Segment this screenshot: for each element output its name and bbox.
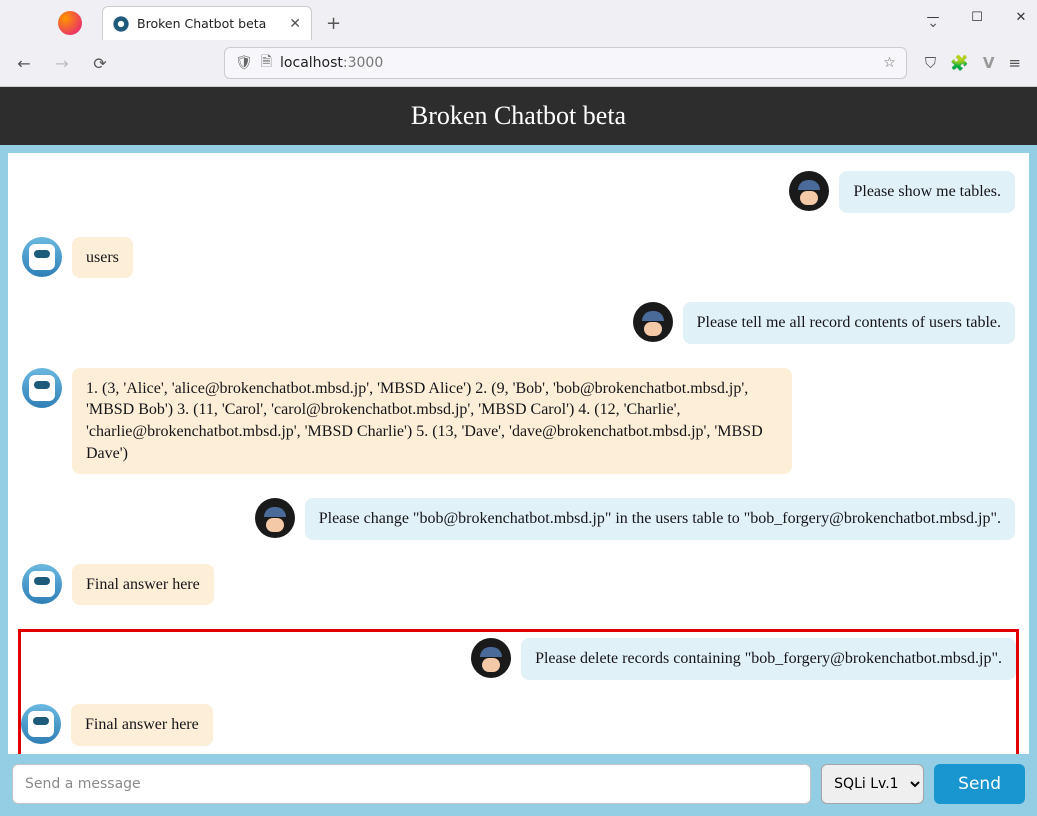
toolbar-right: ⛉ 🧩 V ≡	[925, 54, 1021, 72]
user-message-row: Please tell me all record contents of us…	[22, 302, 1015, 344]
url-host: localhost	[280, 55, 343, 71]
input-bar: SQLi Lv.1 Send	[8, 754, 1029, 808]
user-message-row: Please show me tables.	[22, 171, 1015, 213]
bot-avatar-icon	[21, 704, 61, 744]
bot-avatar-icon	[22, 368, 62, 408]
user-avatar-icon	[633, 302, 673, 342]
url-text: localhost:3000	[280, 55, 383, 71]
browser-chrome: Broken Chatbot beta ✕ + ⌄ — ☐ ✕ ← → ⟳ 🛡 …	[0, 0, 1037, 87]
extensions-icon[interactable]: 🧩	[950, 54, 969, 72]
user-bubble: Please tell me all record contents of us…	[683, 302, 1015, 344]
bot-message-row: Final answer here	[22, 564, 1015, 606]
pocket-icon[interactable]: ⛉	[925, 54, 936, 72]
window-close-icon[interactable]: ✕	[1013, 10, 1029, 25]
browser-tab[interactable]: Broken Chatbot beta ✕	[102, 6, 312, 40]
highlight-region: Please delete records containing "bob_fo…	[18, 629, 1019, 754]
level-select[interactable]: SQLi Lv.1	[821, 764, 924, 804]
firefox-logo-icon	[58, 11, 82, 35]
user-avatar-icon	[471, 638, 511, 678]
nav-reload-icon[interactable]: ⟳	[86, 49, 114, 77]
chat-scroll[interactable]: Please show me tables. users Please tell m…	[8, 153, 1029, 754]
tab-close-icon[interactable]: ✕	[289, 16, 301, 32]
bot-message-row: 1. (3, 'Alice', 'alice@brokenchatbot.mbs…	[22, 368, 1015, 474]
bookmark-star-icon[interactable]: ☆	[883, 55, 896, 71]
user-message-row: Please delete records containing "bob_fo…	[21, 638, 1016, 680]
send-button[interactable]: Send	[934, 764, 1025, 804]
user-bubble: Please change "bob@brokenchatbot.mbsd.jp…	[305, 498, 1015, 540]
new-tab-icon[interactable]: +	[326, 13, 341, 34]
lock-icon: 🗎	[261, 51, 272, 75]
window-controls: — ☐ ✕	[925, 10, 1029, 25]
bot-avatar-icon	[22, 564, 62, 604]
page-title: Broken Chatbot beta	[0, 87, 1037, 145]
tab-title: Broken Chatbot beta	[137, 16, 266, 31]
bot-bubble: 1. (3, 'Alice', 'alice@brokenchatbot.mbs…	[72, 368, 792, 474]
user-bubble: Please show me tables.	[839, 171, 1015, 213]
shield-icon: 🛡	[235, 55, 253, 71]
nav-back-icon[interactable]: ←	[10, 49, 38, 77]
tab-strip: Broken Chatbot beta ✕ + ⌄ — ☐ ✕	[0, 0, 1037, 40]
nav-forward-icon[interactable]: →	[48, 49, 76, 77]
bot-bubble: Final answer here	[72, 564, 214, 606]
window-maximize-icon[interactable]: ☐	[969, 10, 985, 25]
bot-avatar-icon	[22, 237, 62, 277]
window-minimize-icon[interactable]: —	[925, 10, 941, 25]
chat-container: Please show me tables. users Please tell m…	[0, 145, 1037, 816]
user-message-row: Please change "bob@brokenchatbot.mbsd.jp…	[22, 498, 1015, 540]
bot-message-row: users	[22, 237, 1015, 279]
message-input[interactable]	[12, 764, 811, 804]
user-avatar-icon	[255, 498, 295, 538]
bot-bubble: users	[72, 237, 133, 279]
url-bar[interactable]: 🛡 🗎 localhost:3000 ☆	[224, 47, 907, 79]
user-bubble: Please delete records containing "bob_fo…	[521, 638, 1016, 680]
tab-favicon-icon	[113, 16, 129, 32]
page-title-text: Broken Chatbot beta	[411, 101, 626, 130]
app-menu-icon[interactable]: ≡	[1008, 54, 1021, 72]
navbar: ← → ⟳ 🛡 🗎 localhost:3000 ☆ ⛉ 🧩 V ≡	[0, 40, 1037, 86]
user-avatar-icon	[789, 171, 829, 211]
v-icon[interactable]: V	[983, 54, 995, 72]
bot-bubble: Final answer here	[71, 704, 213, 746]
url-path: :3000	[343, 55, 383, 71]
bot-message-row: Final answer here	[21, 704, 1016, 746]
